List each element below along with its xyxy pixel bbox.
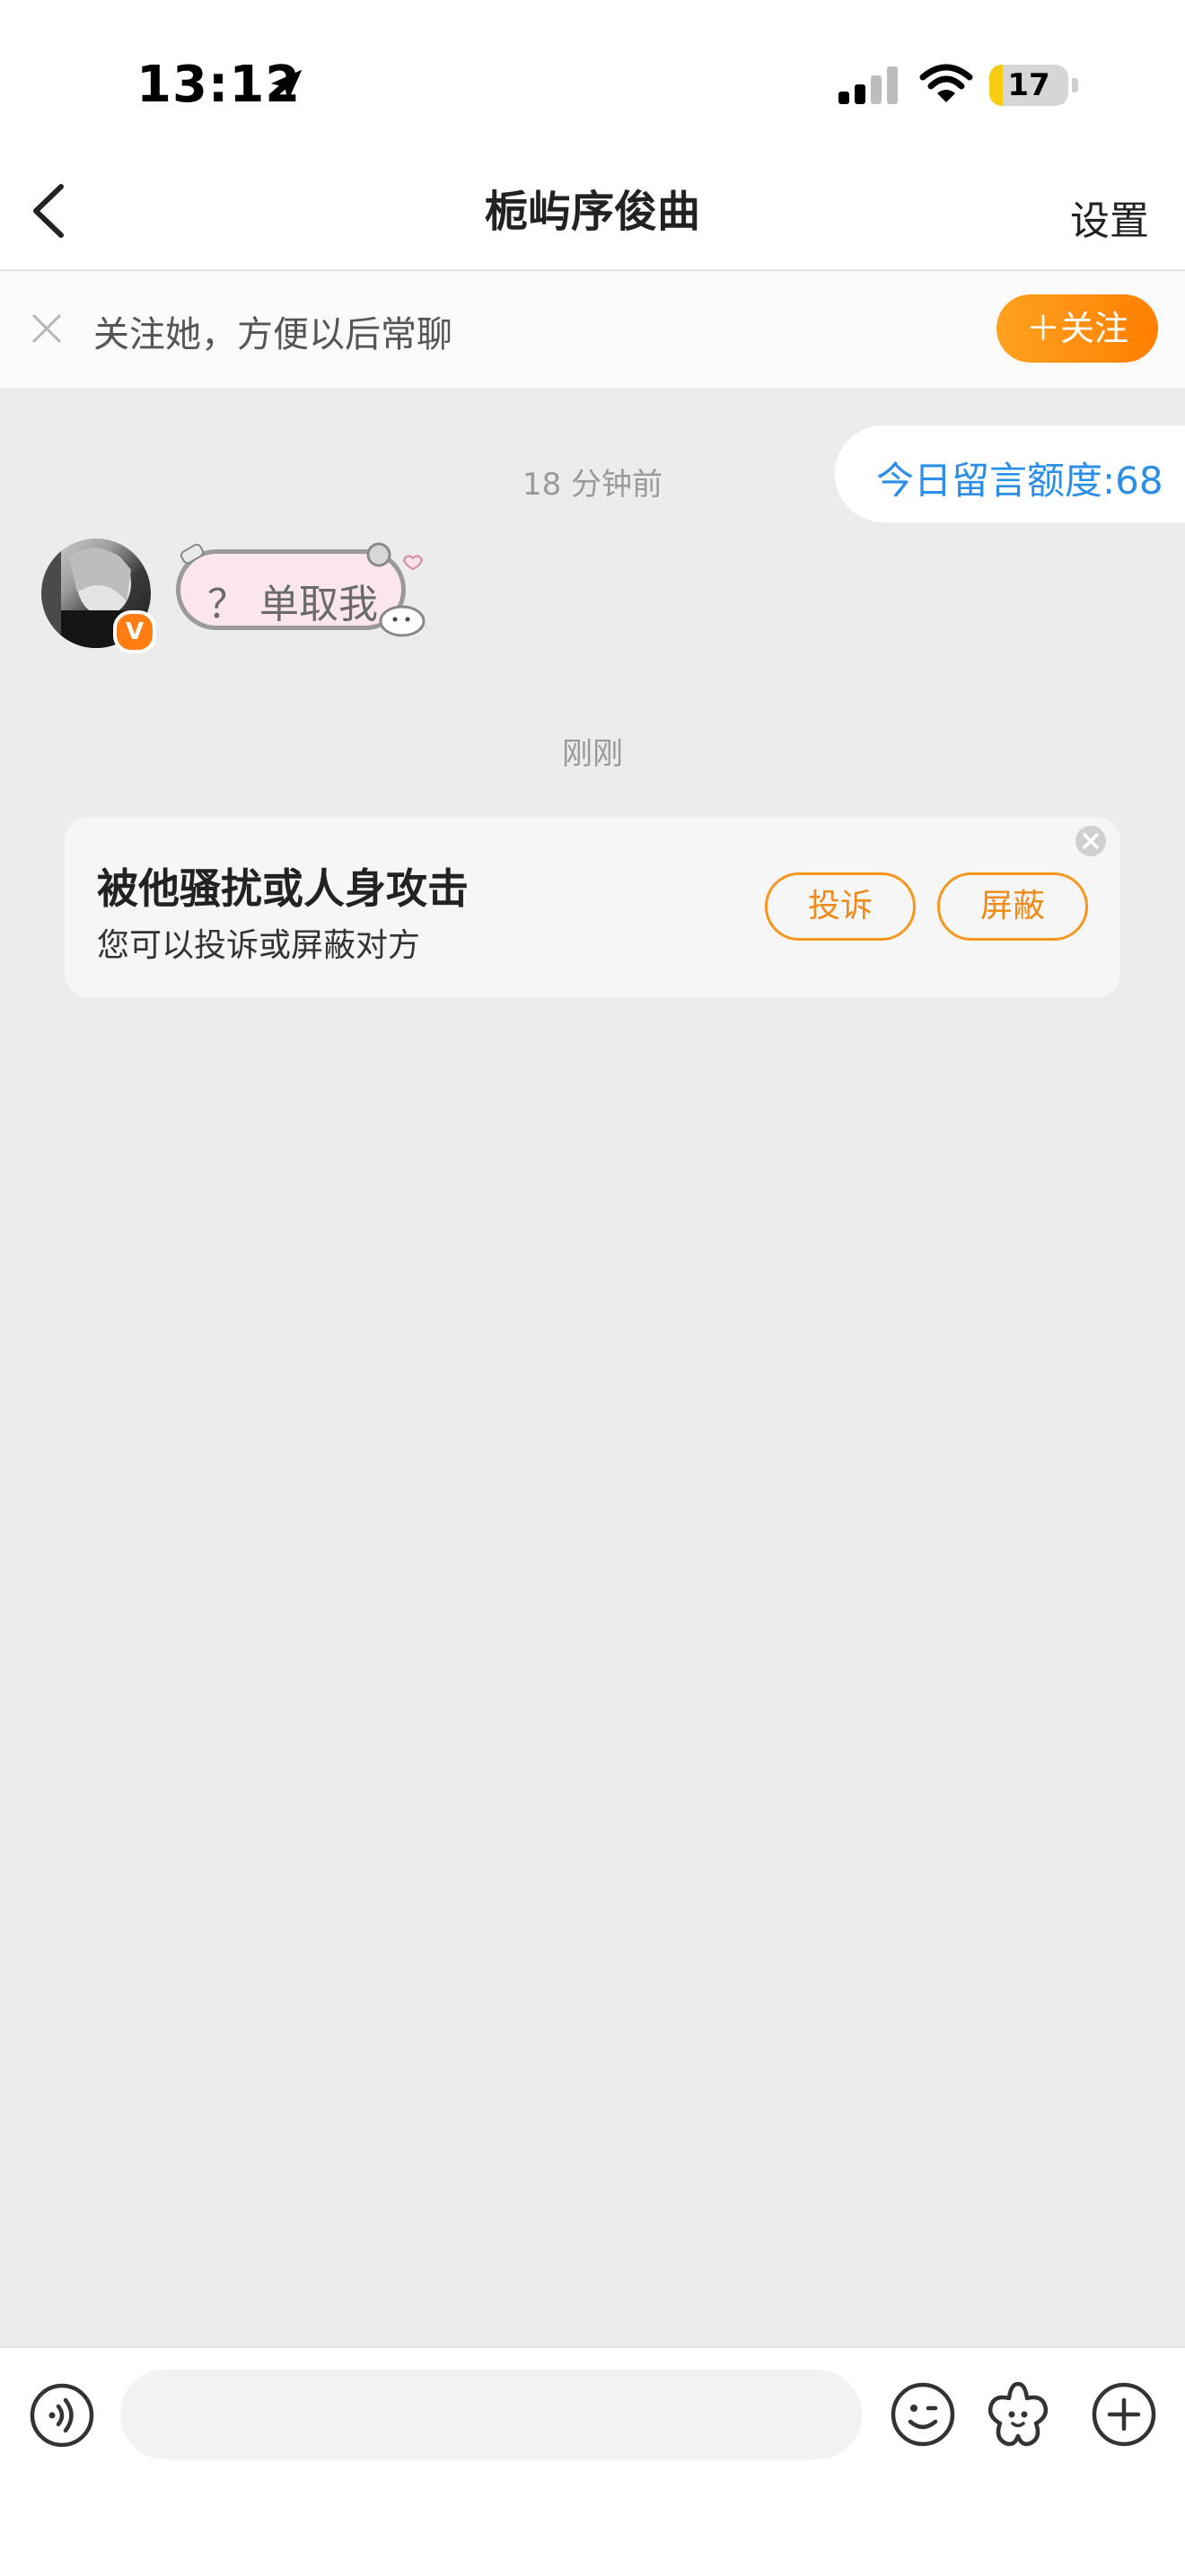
settings-button[interactable]: 设置 bbox=[1070, 188, 1149, 246]
verified-badge: V bbox=[113, 610, 156, 653]
follow-banner-text: 关注她，方便以后常聊 bbox=[93, 314, 452, 355]
sticker-icon[interactable] bbox=[982, 2379, 1054, 2450]
wifi-icon bbox=[919, 64, 973, 102]
plus-icon[interactable] bbox=[1090, 2380, 1158, 2449]
page-title: 栀屿序俊曲 bbox=[484, 187, 700, 237]
follow-button[interactable]: ＋关注 bbox=[996, 294, 1158, 363]
timestamp: 18 分钟前 bbox=[522, 467, 663, 503]
battery-icon: 17 bbox=[989, 65, 1079, 106]
report-button[interactable]: 投诉 bbox=[765, 872, 916, 941]
block-button[interactable]: 屏蔽 bbox=[937, 872, 1088, 941]
close-icon[interactable] bbox=[31, 312, 63, 345]
voice-icon[interactable] bbox=[29, 2382, 95, 2449]
cellular-signal-icon bbox=[838, 66, 898, 104]
notice-title: 被他骚扰或人身攻击 bbox=[97, 864, 469, 913]
close-circle-icon[interactable] bbox=[1074, 824, 1108, 858]
bubble-decoration-icon bbox=[180, 542, 426, 637]
timestamp: 刚刚 bbox=[562, 736, 623, 772]
battery-level: 17 bbox=[1007, 67, 1050, 103]
message-input[interactable] bbox=[120, 2370, 862, 2459]
location-arrow-icon bbox=[270, 69, 303, 101]
notice-subtitle: 您可以投诉或屏蔽对方 bbox=[97, 927, 421, 964]
emoji-icon[interactable] bbox=[889, 2380, 957, 2449]
message-bubble[interactable]: ？ 单取我 bbox=[172, 542, 433, 639]
